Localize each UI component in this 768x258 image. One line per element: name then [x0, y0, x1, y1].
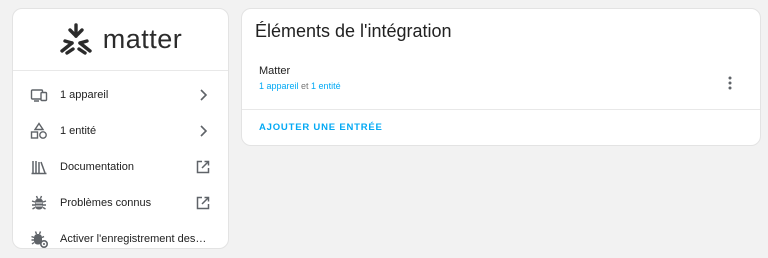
sidebar-item-label: 1 appareil	[60, 89, 109, 101]
sidebar-item-label: Documentation	[60, 161, 134, 173]
chevron-right-icon	[195, 87, 211, 103]
chevron-right-icon	[195, 123, 211, 139]
entities-link[interactable]: 1 entité	[311, 81, 341, 91]
sidebar-item-known-issues[interactable]: Problèmes connus	[13, 185, 228, 221]
more-vert-icon	[728, 76, 732, 90]
config-entry-summary: 1 appareil et 1 entité	[259, 81, 341, 91]
sidebar-item-label: 1 entité	[60, 125, 97, 137]
summary-separator: et	[298, 81, 312, 91]
page-title: Éléments de l'intégration	[255, 21, 452, 41]
integration-info-card: matter 1 appareil 1 entité Documentation…	[12, 8, 229, 249]
sidebar-item-documentation[interactable]: Documentation	[13, 149, 228, 185]
sidebar-item-debug-logging[interactable]: Activer l'enregistrement des journaux de…	[13, 221, 228, 248]
bug-settings-icon	[30, 230, 48, 248]
sidebar-item-label: Activer l'enregistrement des journaux de…	[60, 233, 208, 245]
open-in-new-icon	[195, 159, 211, 175]
open-in-new-icon	[195, 195, 211, 211]
bug-icon	[30, 194, 48, 212]
sidebar-item-label: Problèmes connus	[60, 197, 152, 209]
bookshelf-icon	[30, 158, 48, 176]
logo-wordmark: matter	[102, 24, 183, 54]
config-entry-row[interactable]: Matter 1 appareil et 1 entité	[242, 57, 760, 110]
devices-icon	[30, 86, 48, 104]
shapes-icon	[30, 122, 48, 140]
devices-link[interactable]: 1 appareil	[259, 81, 299, 91]
sidebar-item-devices[interactable]: 1 appareil	[13, 77, 228, 113]
matter-logo-icon	[60, 22, 92, 55]
integration-logo: matter	[13, 9, 228, 71]
integration-entries-card: Éléments de l'intégration Matter 1 appar…	[241, 8, 761, 146]
config-entry-name: Matter	[259, 65, 291, 77]
sidebar-item-entities[interactable]: 1 entité	[13, 113, 228, 149]
add-entry-button[interactable]: AJOUTER UNE ENTRÉE	[259, 122, 383, 133]
overflow-menu-button[interactable]	[722, 73, 738, 93]
